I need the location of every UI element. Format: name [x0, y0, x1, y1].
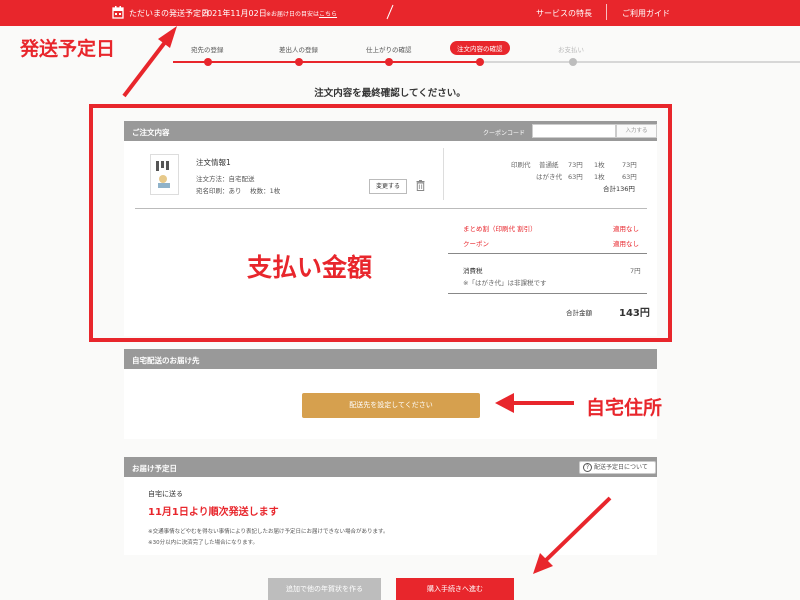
ship-date-value: 2021年11月02日 [202, 9, 267, 18]
ship-date-label: ただいまの発送予定日 [129, 9, 209, 18]
step-4-label: 注文内容の確認 [450, 41, 510, 55]
step-5-label: お支払い [558, 46, 584, 54]
payment-highlight-frame [89, 104, 672, 342]
calendar-icon [112, 6, 124, 19]
step-1-label[interactable]: 宛先の登録 [191, 44, 224, 54]
schedule-header: お届け予定日 [124, 457, 657, 477]
step-progress [173, 61, 480, 63]
annotation-ship-date: 発送予定日 [20, 38, 116, 60]
schedule-note-2: ※30分以内に決済完了した場合になります。 [148, 540, 259, 546]
checkout-button[interactable]: 購入手続きへ進む [396, 578, 514, 600]
step-4-dot [476, 58, 484, 66]
link-features[interactable]: サービスの特長 [536, 8, 592, 19]
create-another-button[interactable]: 追加で他の年賀状を作る [268, 578, 381, 600]
delivery-header-title: 自宅配送のお届け先 [132, 356, 200, 365]
page-instruction: 注文内容を最終確認してください。 [314, 88, 466, 99]
ship-note: ※お届け日の目安はこちら [266, 9, 337, 18]
step-1-dot [204, 58, 212, 66]
link-guide[interactable]: ご利用ガイド [622, 8, 670, 19]
step-2-dot [295, 58, 303, 66]
schedule-header-title: お届け予定日 [132, 464, 177, 473]
schedule-sub: 自宅に送る [148, 490, 183, 498]
ship-note-text: ※お届け日の目安は [266, 11, 320, 18]
set-address-button[interactable]: 配送先を設定してください [302, 393, 480, 418]
question-icon: ? [583, 463, 592, 472]
delivery-help-label: 配送予定日について [594, 464, 648, 471]
delivery-help-button[interactable]: ? 配送予定日について [579, 461, 656, 474]
step-3-dot [385, 58, 393, 66]
annotation-address: 自宅住所 [586, 397, 663, 419]
slash-divider [386, 4, 394, 20]
schedule-headline: 11月1日より順次発送します [148, 507, 279, 518]
step-5-dot [569, 58, 577, 66]
ship-note-link[interactable]: こちら [319, 11, 337, 18]
step-3-label[interactable]: 仕上がりの確認 [366, 44, 412, 54]
top-bar: ただいまの発送予定日 2021年11月02日 ※お届け日の目安はこちら サービス… [0, 0, 800, 26]
annotation-payment: 支払い金額 [247, 253, 373, 282]
step-2-label[interactable]: 差出人の登録 [279, 44, 318, 54]
delivery-header: 自宅配送のお届け先 [124, 349, 657, 369]
schedule-note-1: ※交通事情などやむを得ない事情により表記したお届け予定日にお届けできない場合があ… [148, 529, 389, 535]
topbar-separator [606, 4, 607, 20]
